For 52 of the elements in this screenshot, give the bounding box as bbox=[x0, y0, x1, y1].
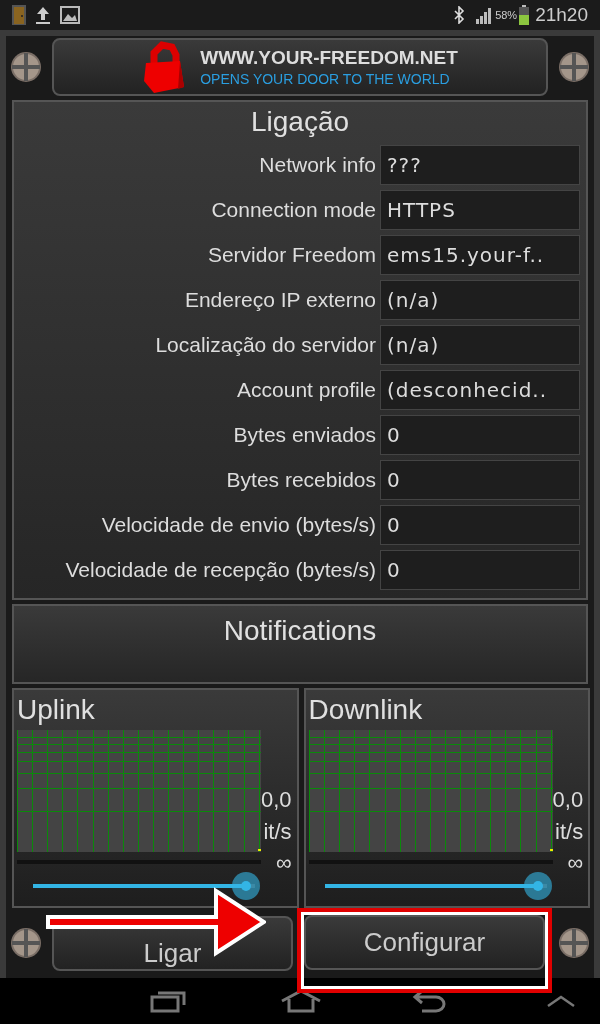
field-label: Connection mode bbox=[210, 196, 377, 223]
value-field: HTTPS bbox=[380, 189, 580, 230]
padlock-icon bbox=[142, 41, 187, 93]
field-label: Velocidade de envio (bytes/s) bbox=[100, 511, 377, 538]
caret-icon[interactable] bbox=[546, 994, 576, 1008]
value-field: 0 bbox=[380, 414, 580, 455]
rate-value: 0,0 bbox=[552, 786, 584, 814]
rate-value: 0,0 bbox=[261, 786, 292, 814]
value-field: 0 bbox=[380, 459, 580, 500]
field-label: Account profile bbox=[236, 376, 377, 403]
field-label: Endereço IP externo bbox=[183, 286, 377, 313]
field-label: Localização do servidor bbox=[154, 331, 377, 358]
value-field: 0 bbox=[380, 549, 580, 590]
field-label: Bytes enviados bbox=[232, 421, 377, 448]
rate-unit: it/s bbox=[555, 818, 584, 846]
panel-title: Notifications bbox=[223, 614, 377, 648]
slider-thumb[interactable] bbox=[232, 872, 261, 900]
banner-title: WWW.YOUR-FREEDOM.NET bbox=[200, 46, 458, 70]
recent-apps-icon[interactable] bbox=[150, 989, 186, 1013]
value-field: (n/a) bbox=[380, 279, 580, 320]
action-button[interactable]: Configurar bbox=[304, 914, 545, 970]
limit-value: ∞ bbox=[567, 849, 584, 877]
upload-icon bbox=[36, 6, 50, 24]
door-icon bbox=[12, 5, 26, 25]
screw-icon bbox=[10, 927, 42, 959]
value-field: (n/a) bbox=[380, 324, 580, 365]
image-icon bbox=[60, 6, 80, 24]
clock: 21h20 bbox=[535, 2, 588, 27]
bluetooth-icon bbox=[453, 6, 466, 24]
rate-unit: it/s bbox=[263, 818, 292, 846]
value-field: 0 bbox=[380, 504, 580, 545]
limit-value: ∞ bbox=[275, 849, 292, 877]
meter-title: Uplink bbox=[17, 693, 95, 727]
screw-icon bbox=[558, 51, 590, 83]
battery-icon bbox=[519, 5, 530, 25]
value-field: ??? bbox=[380, 144, 580, 185]
screw-icon bbox=[10, 51, 42, 83]
field-label: Servidor Freedom bbox=[206, 241, 377, 268]
home-icon[interactable] bbox=[280, 989, 322, 1013]
screw-icon bbox=[558, 927, 590, 959]
value-field: (desconhecid.. bbox=[380, 369, 580, 410]
slider-thumb[interactable] bbox=[523, 872, 552, 900]
banner[interactable]: WWW.YOUR-FREEDOM.NET OPENS YOUR DOOR TO THE WORLD bbox=[52, 38, 548, 96]
banner-tagline: OPENS YOUR DOOR TO THE WORLD bbox=[200, 70, 451, 88]
battery-percent: 58% bbox=[495, 7, 518, 23]
meter-title: Downlink bbox=[308, 693, 423, 727]
value-field: ems15.your-f.. bbox=[380, 234, 580, 275]
field-label: Bytes recebidos bbox=[225, 466, 377, 493]
panel-title: Ligação bbox=[250, 105, 350, 139]
field-label: Network info bbox=[258, 151, 377, 178]
signal-icon bbox=[475, 6, 494, 24]
field-label: Velocidade de recepção (bytes/s) bbox=[64, 556, 377, 583]
